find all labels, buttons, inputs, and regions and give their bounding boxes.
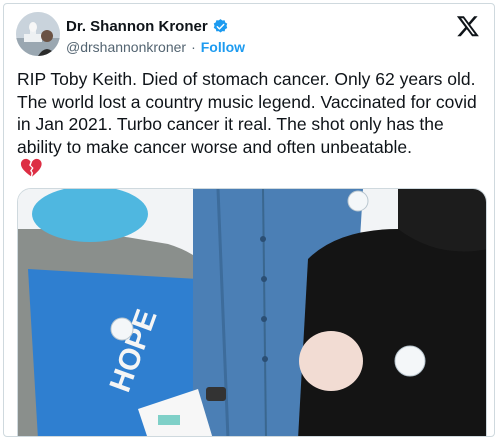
tweet-photo[interactable]: HOPE (17, 188, 487, 436)
broken-heart-emoji (20, 158, 42, 177)
x-logo-icon[interactable] (456, 14, 480, 38)
separator-dot: · (191, 39, 196, 55)
author-avatar[interactable] (16, 12, 60, 56)
avatar-image (16, 12, 60, 56)
tweet-card: Dr. Shannon Kroner @drshannonkroner · Fo… (3, 3, 495, 437)
author-name-row: Dr. Shannon Kroner (66, 18, 229, 35)
follow-button[interactable]: Follow (201, 39, 245, 55)
photo-three-people: HOPE (18, 189, 486, 436)
author-handle[interactable]: @drshannonkroner (66, 39, 186, 55)
verified-badge-icon (213, 19, 227, 33)
author-name[interactable]: Dr. Shannon Kroner (66, 18, 208, 35)
author-handle-row: @drshannonkroner · Follow (66, 39, 245, 55)
tweet-text: RIP Toby Keith. Died of stomach cancer. … (17, 69, 477, 157)
